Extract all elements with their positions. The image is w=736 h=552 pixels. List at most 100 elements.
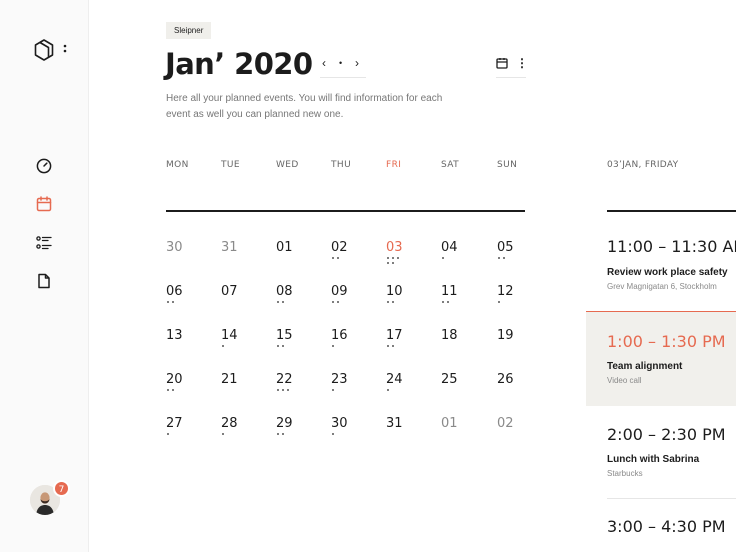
calendar-day[interactable]: 12 [497,284,527,318]
event-dots [221,345,251,353]
calendar-day[interactable]: 26 [497,372,527,406]
event-dots [441,301,471,309]
event-dot [397,257,400,260]
event-dot [332,345,335,348]
calendar-day[interactable]: 01 [441,416,471,450]
next-month-button[interactable]: › [355,54,359,72]
day-number: 05 [497,240,514,255]
event-time: 2:00 – 2:30 PM [607,425,726,444]
calendar-day[interactable]: 19 [497,328,527,362]
day-number: 04 [441,240,458,255]
day-number: 11 [441,284,458,299]
event-card-selected[interactable]: 1:00 – 1:30 PM Team alignment Video call [586,311,736,406]
day-number: 18 [441,328,458,343]
event-card[interactable]: 11:00 – 11:30 AM Review work place safet… [586,228,736,298]
day-number: 07 [221,284,238,299]
logo-cube-icon[interactable] [34,39,54,61]
event-dot [277,345,280,348]
event-dots [166,433,196,441]
calendar-icon[interactable] [35,195,53,213]
day-number: 08 [276,284,293,299]
event-dot [387,301,390,304]
calendar-day[interactable]: 10 [386,284,416,318]
document-icon[interactable] [35,272,53,290]
calendar-day[interactable]: 29 [276,416,306,450]
workspace-tag[interactable]: Sleipner [166,22,212,39]
day-number: 06 [166,284,183,299]
weekday-tue: TUE [221,160,240,170]
day-number: 25 [441,372,458,387]
calendar-day[interactable]: 02 [497,416,527,450]
event-location: Video call [607,376,642,385]
event-card[interactable]: 2:00 – 2:30 PM Lunch with Sabrina Starbu… [586,416,736,486]
calendar-day[interactable]: 20 [166,372,196,406]
event-dot [282,301,285,304]
user-avatar-button[interactable]: 7 [30,480,70,517]
event-dot [387,257,390,260]
calendar-day[interactable]: 21 [221,372,251,406]
calendar-day[interactable]: 31 [386,416,416,450]
app-menu-icon[interactable] [60,41,70,57]
calendar-day[interactable]: 13 [166,328,196,362]
dashboard-gauge-icon[interactable] [35,157,53,175]
calendar-day[interactable]: 18 [441,328,471,362]
calendar-day[interactable]: 02 [331,240,361,274]
weekday-mon: MON [166,160,189,170]
event-dots [276,345,306,353]
calendar-day[interactable]: 14 [221,328,251,362]
calendar-day[interactable]: 09 [331,284,361,318]
month-navigation: ‹ • › [320,52,366,78]
more-menu-icon[interactable]: ⋮ [516,55,528,71]
calendar-day[interactable]: 06 [166,284,196,318]
current-month-dot[interactable]: • [339,54,342,72]
event-dot [503,257,506,260]
event-dot [392,262,395,265]
calendar-day[interactable]: 22 [276,372,306,406]
panel-divider [607,210,736,212]
day-number: 27 [166,416,183,431]
event-dots [497,257,527,265]
calendar-day[interactable]: 16 [331,328,361,362]
day-number: 23 [331,372,348,387]
event-card[interactable]: 3:00 – 4:30 PM [586,508,736,552]
event-title: Lunch with Sabrina [607,454,700,465]
calendar-day[interactable]: 08 [276,284,306,318]
calendar-day[interactable]: 11 [441,284,471,318]
calendar-day-today[interactable]: 03 [386,240,416,274]
calendar-day[interactable]: 30 [331,416,361,450]
day-number: 30 [331,416,348,431]
event-dots [386,257,416,265]
event-dots [331,345,361,353]
calendar-day[interactable]: 15 [276,328,306,362]
calendar-divider [166,210,525,212]
calendar-day[interactable]: 01 [276,240,306,274]
event-dots [221,433,251,441]
weekday-fri: FRI [386,160,402,170]
calendar-day[interactable]: 17 [386,328,416,362]
calendar-view-icon[interactable] [496,57,508,69]
calendar-day[interactable]: 25 [441,372,471,406]
list-icon[interactable] [35,234,53,252]
calendar-day[interactable]: 27 [166,416,196,450]
event-dot [167,433,170,436]
calendar-day[interactable]: 05 [497,240,527,274]
calendar-day[interactable]: 23 [331,372,361,406]
calendar-day[interactable]: 30 [166,240,196,274]
day-number: 24 [386,372,403,387]
calendar-day[interactable]: 07 [221,284,251,318]
event-title: Team alignment [607,361,683,372]
event-dot [277,433,280,436]
prev-month-button[interactable]: ‹ [322,54,326,72]
event-dot [337,301,340,304]
weekday-sat: SAT [441,160,460,170]
event-dot [277,301,280,304]
calendar-day[interactable]: 28 [221,416,251,450]
event-dot [392,301,395,304]
day-number: 01 [441,416,458,431]
calendar-day[interactable]: 31 [221,240,251,274]
event-dot [167,301,170,304]
day-number: 22 [276,372,293,387]
calendar-day[interactable]: 24 [386,372,416,406]
day-number: 01 [276,240,293,255]
calendar-day[interactable]: 04 [441,240,471,274]
